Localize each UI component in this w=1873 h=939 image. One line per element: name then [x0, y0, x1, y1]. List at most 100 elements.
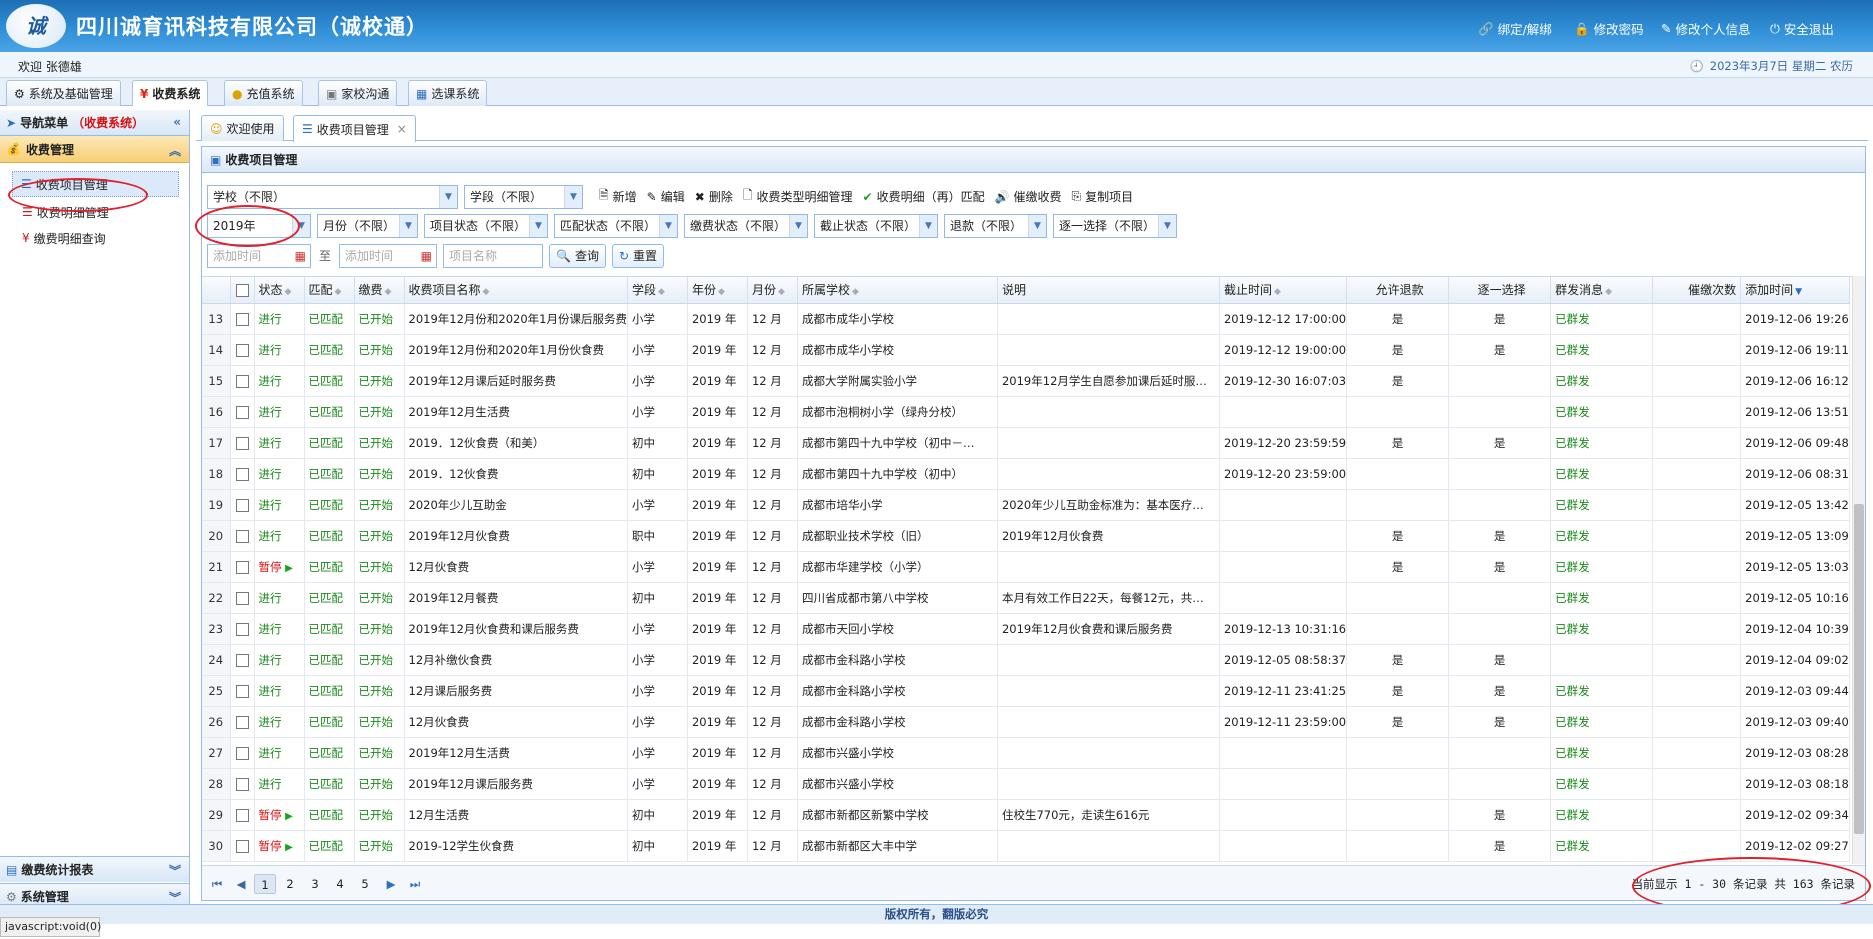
row-checkbox[interactable]: [230, 396, 255, 428]
row-checkbox[interactable]: [230, 334, 255, 366]
col-project-name[interactable]: 收费项目名称 ◆: [404, 277, 628, 304]
delete-button[interactable]: ✖ 删除: [695, 188, 733, 205]
col-payment[interactable]: 缴费 ◆: [354, 277, 405, 304]
select-one-select[interactable]: 逐一选择（不限） ▼: [1053, 213, 1177, 238]
row-checkbox[interactable]: [230, 551, 255, 583]
table-row[interactable]: 30 暂停 ▶ 已匹配 已开始 2019-12学生伙食费 初中 2019 年 12 月成都市新…: [202, 830, 1850, 862]
fee-type-detail-button[interactable]: 🗋 收费类型明细管理: [743, 186, 853, 207]
col-select-one[interactable]: 逐一选择: [1448, 277, 1552, 304]
table-row[interactable]: 19 进行 已匹配 已开始 2020年少儿互助金 小学 2019 年 12 月成都市培华小学 2…: [202, 489, 1850, 521]
col-match[interactable]: 匹配 ◆: [304, 277, 355, 304]
col-month[interactable]: 月份 ◆: [747, 277, 798, 304]
row-checkbox[interactable]: [230, 489, 255, 521]
tab-recharge-system[interactable]: ● 充值系统: [224, 80, 303, 106]
table-row[interactable]: 14 进行 已匹配 已开始 2019年12月份和2020年1月份伙食费 小学 2019 年1…: [202, 334, 1850, 366]
row-checkbox[interactable]: [230, 427, 255, 459]
add-time-from-input[interactable]: 添加时间 ▦: [207, 243, 311, 268]
add-button[interactable]: 🗎 新增: [599, 186, 637, 207]
copy-project-button[interactable]: ⎘ 复制项目: [1072, 188, 1134, 205]
col-deadline[interactable]: 截止时间 ◆: [1219, 277, 1348, 304]
table-row[interactable]: 20 进行 已匹配 已开始 2019年12月伙食费 职中 2019 年 12 月成都职业技术学…: [202, 520, 1850, 552]
tab-fee-project-management[interactable]: ☰ 收费项目管理 ×: [293, 115, 416, 142]
col-add-time[interactable]: 添加时间 ▼: [1740, 277, 1850, 304]
table-row[interactable]: 25 进行 已匹配 已开始 12月课后服务费 小学 2019 年 12 月成都市金科路小学校 2…: [202, 675, 1850, 707]
col-stage[interactable]: 学段 ◆: [627, 277, 688, 304]
close-icon[interactable]: ×: [397, 122, 407, 136]
nav-item-payment-query[interactable]: ¥ 缴费明细查询: [0, 225, 189, 251]
prev-page-button[interactable]: ◀: [230, 874, 252, 894]
table-row[interactable]: 18 进行 已匹配 已开始 2019．12伙食费 初中 2019 年 12 月成都市第四十九中…: [202, 458, 1850, 490]
match-status-select[interactable]: 匹配状态（不限） ▼: [554, 213, 678, 238]
row-checkbox[interactable]: [230, 458, 255, 490]
tab-welcome[interactable]: ☺ 欢迎使用: [201, 115, 284, 141]
col-year[interactable]: 年份 ◆: [687, 277, 748, 304]
change-password-link[interactable]: 🔒 修改密码: [1574, 19, 1644, 38]
table-row[interactable]: 22 进行 已匹配 已开始 2019年12月餐费 初中 2019 年 12 月四川省成都市第八…: [202, 582, 1850, 614]
deadline-status-select[interactable]: 截止状态（不限） ▼: [814, 213, 938, 238]
table-row[interactable]: 26 进行 已匹配 已开始 12月伙食费 小学 2019 年 12 月成都市金科路小学校 201…: [202, 706, 1850, 738]
nav-item-fee-detail[interactable]: ☰ 收费明细管理: [0, 199, 189, 225]
col-description[interactable]: 说明: [997, 277, 1220, 304]
nav-group-report[interactable]: ▤ 缴费统计报表 ︾: [0, 856, 189, 882]
select-all-checkbox[interactable]: [230, 277, 255, 304]
row-checkbox[interactable]: [230, 768, 255, 800]
collapse-left-icon[interactable]: «: [173, 115, 181, 129]
logout-link[interactable]: ⏻ 安全退出: [1770, 19, 1834, 38]
table-row[interactable]: 13 进行 已匹配 已开始 2019年12月份和2020年1月份课后服务费 小学 2019 …: [202, 303, 1850, 335]
stage-select[interactable]: 学段（不限） ▼: [464, 184, 583, 209]
tab-system-basic[interactable]: ⚙ 系统及基础管理: [6, 80, 121, 106]
edit-profile-link[interactable]: ✎ 修改个人信息: [1661, 19, 1751, 38]
edit-button[interactable]: ✎ 编辑: [647, 188, 685, 205]
nav-item-fee-project[interactable]: ☰ 收费项目管理: [12, 171, 179, 197]
row-checkbox[interactable]: [230, 365, 255, 397]
first-page-button[interactable]: ⏮: [206, 874, 228, 894]
table-row[interactable]: 28 进行 已匹配 已开始 2019年12月课后服务费 小学 2019 年 12 月成都市兴盛…: [202, 768, 1850, 800]
table-row[interactable]: 21 暂停 ▶ 已匹配 已开始 12月伙食费 小学 2019 年 12 月成都市华建学校（小学…: [202, 551, 1850, 583]
tab-home-school[interactable]: ▣ 家校沟通: [318, 80, 398, 106]
table-row[interactable]: 23 进行 已匹配 已开始 2019年12月伙食费和课后服务费 小学 2019 年 12 月成…: [202, 613, 1850, 645]
school-select[interactable]: 学校（不限） ▼: [207, 184, 458, 209]
row-checkbox[interactable]: [230, 675, 255, 707]
query-button[interactable]: 🔍 查询: [549, 243, 606, 268]
tab-course-select[interactable]: ▦ 选课系统: [408, 80, 488, 106]
urge-payment-button[interactable]: 🔊 催缴收费: [995, 188, 1062, 205]
row-checkbox[interactable]: [230, 582, 255, 614]
col-status[interactable]: 状态 ◆: [254, 277, 305, 304]
rematch-button[interactable]: ✔ 收费明细（再）匹配: [863, 188, 985, 205]
col-school[interactable]: 所属学校 ◆: [797, 277, 998, 304]
row-checkbox[interactable]: [230, 520, 255, 552]
page-4[interactable]: 4: [329, 874, 351, 894]
row-checkbox[interactable]: [230, 613, 255, 645]
bind-unbind-link[interactable]: 🔗 绑定/解绑: [1478, 19, 1552, 38]
next-page-button[interactable]: ▶: [380, 874, 402, 894]
page-1[interactable]: 1: [254, 874, 276, 894]
collapse-up-icon[interactable]: ︽: [169, 142, 181, 159]
row-checkbox[interactable]: [230, 706, 255, 738]
page-5[interactable]: 5: [354, 874, 376, 894]
last-page-button[interactable]: ⏭: [404, 874, 426, 894]
col-allow-refund[interactable]: 允许退款: [1346, 277, 1450, 304]
table-row[interactable]: 15 进行 已匹配 已开始 2019年12月课后延时服务费 小学 2019 年 12 月成都大…: [202, 365, 1850, 397]
scrollbar-thumb[interactable]: [1854, 504, 1864, 834]
nav-group-fee-management[interactable]: 💰 收费管理 ︽: [0, 136, 189, 163]
row-checkbox[interactable]: [230, 644, 255, 676]
page-2[interactable]: 2: [279, 874, 301, 894]
table-row[interactable]: 29 暂停 ▶ 已匹配 已开始 12月生活费 初中 2019 年 12 月成都市新都区新繁中学…: [202, 799, 1850, 831]
reset-button[interactable]: ↻ 重置: [611, 243, 665, 268]
page-3[interactable]: 3: [304, 874, 326, 894]
month-select[interactable]: 月份（不限） ▼: [317, 213, 418, 238]
table-row[interactable]: 27 进行 已匹配 已开始 2019年12月生活费 小学 2019 年 12 月成都市兴盛小学…: [202, 737, 1850, 769]
year-select[interactable]: 2019年 ▼: [207, 213, 311, 238]
col-mass-message[interactable]: 群发消息 ◆: [1550, 277, 1654, 304]
row-checkbox[interactable]: [230, 737, 255, 769]
vertical-scrollbar[interactable]: [1852, 276, 1865, 864]
row-checkbox[interactable]: [230, 303, 255, 335]
col-urge-count[interactable]: 催缴次数: [1652, 277, 1742, 304]
project-status-select[interactable]: 项目状态（不限） ▼: [424, 213, 548, 238]
project-name-input[interactable]: 项目名称: [443, 243, 544, 268]
refund-select[interactable]: 退款（不限） ▼: [944, 213, 1047, 238]
add-time-to-input[interactable]: 添加时间 ▦: [339, 243, 438, 268]
table-row[interactable]: 24 进行 已匹配 已开始 12月补缴伙食费 小学 2019 年 12 月成都市金科路小学校 2…: [202, 644, 1850, 676]
payment-status-select[interactable]: 缴费状态（不限） ▼: [684, 213, 808, 238]
row-checkbox[interactable]: [230, 830, 255, 862]
